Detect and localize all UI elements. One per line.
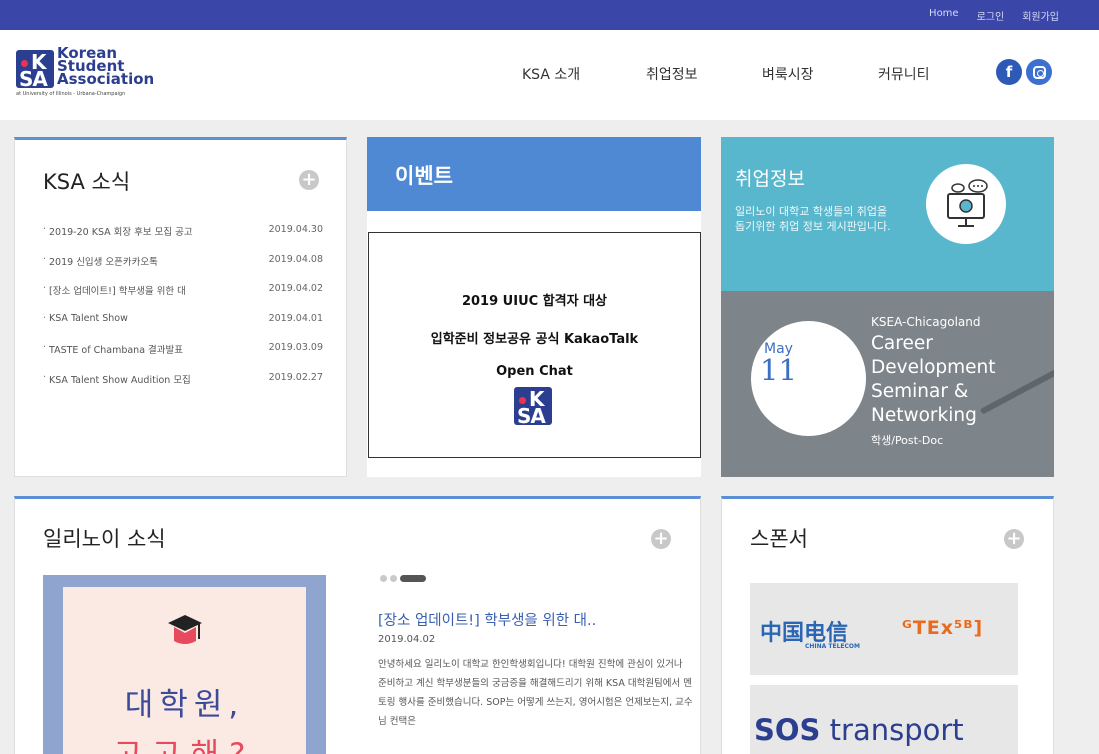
slider-dot-3[interactable]: [400, 575, 426, 582]
seminar-day: 11: [760, 353, 797, 387]
illinois-news-title: 일리노이 소식: [43, 527, 166, 551]
ksa-logo[interactable]: K SA Korean Student Association at Unive…: [16, 46, 156, 100]
news-item-title: KSA Talent Show: [49, 312, 128, 324]
illinois-news-more-icon[interactable]: +: [651, 529, 671, 549]
slider-dot-1[interactable]: [380, 575, 387, 582]
news-item-date: 2019.04.02: [268, 283, 323, 294]
news-item-date: 2019.04.08: [268, 253, 323, 265]
site-header: K SA Korean Student Association at Unive…: [0, 30, 1099, 120]
sponsor-sos-transport[interactable]: SOS transport: [750, 685, 1018, 754]
signup-link[interactable]: 회원가입: [1022, 8, 1059, 23]
facebook-icon[interactable]: f: [996, 59, 1022, 85]
ksa-logo-mark: K SA: [16, 50, 54, 91]
news-item-title: TASTE of Chambana 결과발표: [49, 345, 184, 356]
seminar-line-1: Career: [871, 333, 933, 354]
logo-dot: [21, 60, 28, 67]
sos-rest: transport: [820, 713, 964, 747]
nav-community[interactable]: 커뮤니티: [878, 64, 930, 84]
event-line-1: 2019 UIUC 합격자 대상: [461, 294, 608, 309]
graduation-cap-icon: [168, 615, 202, 644]
ksa-news-list: · 2019-20 KSA 회장 후보 모집 공고 2019.04.30 · 2019…: [43, 224, 323, 401]
sponsor-china-telecom[interactable]: 中国电信 CHINA TELECOM ᴳTEx⁵ᴮ]: [750, 583, 1018, 675]
seminar-audience: 학생/Post-Doc: [871, 434, 944, 447]
list-item[interactable]: · TASTE of Chambana 결과발표 2019.03.09: [43, 342, 323, 372]
seminar-line-3: Seminar &: [871, 381, 969, 402]
sponsor-panel: 스폰서 + 中国电信 CHINA TELECOM ᴳTEx⁵ᴮ] SOS tran…: [721, 496, 1054, 754]
image-card: 대학원, 고고해?: [63, 587, 306, 754]
logo-subtitle: at University of Illinois - Urbana-Champ…: [16, 91, 126, 97]
jobs-description: 일리노이 대학교 학생들의 취업을 돕기위한 취업 정보 게시판입니다.: [735, 205, 891, 233]
logo-mark-sa: SA: [517, 404, 546, 428]
seminar-banner[interactable]: May 11 KSEA-Chicagoland Career Developme…: [721, 291, 1054, 477]
logo-mark-sa: SA: [19, 67, 48, 91]
list-item[interactable]: · 2019-20 KSA 회장 후보 모집 공고 2019.04.30: [43, 224, 323, 254]
news-item-title: [장소 업데이트!] 학부생을 위한 대: [49, 286, 186, 297]
instagram-icon[interactable]: [1026, 59, 1052, 85]
seminar-org: KSEA-Chicagoland: [871, 315, 981, 329]
sos-bold: SOS: [754, 713, 821, 747]
image-text-1: 대학원,: [124, 687, 245, 723]
news-item-title: 2019-20 KSA 회장 후보 모집 공고: [49, 227, 193, 238]
news-item-title: 2019 신입생 오픈카카오톡: [49, 256, 158, 268]
image-text-2: 고고해?: [63, 729, 306, 754]
article-body: 안녕하세요 일리노이 대학교 한인학생회입니다! 대학원 진학에 관심이 있거나…: [378, 659, 693, 727]
sos-transport-logo: SOS transport: [754, 713, 964, 747]
list-item[interactable]: · KSA Talent Show 2019.04.01: [43, 313, 323, 343]
ksa-news-title: KSA 소식: [43, 170, 131, 194]
logo-dot: [519, 397, 526, 404]
article-title[interactable]: [장소 업데이트!] 학부생을 위한 대..: [378, 609, 596, 630]
list-item[interactable]: · [장소 업데이트!] 학부생을 위한 대 2019.04.02: [43, 283, 323, 313]
nav-jobs[interactable]: 취업정보: [646, 64, 698, 84]
event-line-2: 입학준비 정보공유 공식 KakaoTalk: [430, 332, 639, 347]
event-panel: 이벤트 2019 UIUC 합격자 대상 입학준비 정보공유 공식 KakaoT…: [367, 137, 701, 477]
ksa-logo-mark: K SA: [514, 387, 552, 428]
nav-market[interactable]: 벼룩시장: [762, 64, 814, 84]
home-link[interactable]: Home: [929, 8, 959, 23]
top-links: Home 로그인 회원가입: [929, 8, 1059, 23]
event-line-3: Open Chat: [496, 364, 573, 379]
seminar-line-4: Networking: [871, 405, 977, 426]
ksa-news-more-icon[interactable]: +: [299, 170, 319, 190]
slider-dots: [380, 575, 426, 582]
china-telecom-logo: 中国电信 CHINA TELECOM: [760, 615, 860, 650]
login-link[interactable]: 로그인: [977, 8, 1005, 23]
event-header: 이벤트: [367, 137, 701, 211]
news-item-date: 2019.02.27: [268, 371, 323, 383]
illinois-news-image[interactable]: 대학원, 고고해?: [43, 575, 326, 754]
tex-logo: ᴳTEx⁵ᴮ]: [902, 617, 984, 639]
slider-dot-2[interactable]: [390, 575, 397, 582]
computer-chat-icon: [926, 164, 1006, 244]
sponsor-title: 스폰서: [750, 527, 808, 551]
logo-wordmark: Korean Student Association: [57, 46, 155, 88]
article-date: 2019.04.02: [378, 634, 436, 645]
sponsor-more-icon[interactable]: +: [1004, 529, 1024, 549]
news-item-title: KSA Talent Show Audition 모집: [49, 374, 191, 386]
event-card[interactable]: 2019 UIUC 합격자 대상 입학준비 정보공유 공식 KakaoTalk …: [368, 232, 701, 458]
news-item-date: 2019.04.01: [268, 312, 323, 324]
logo-line-3: Association: [57, 70, 155, 88]
news-item-date: 2019.04.30: [268, 224, 323, 235]
event-title: 이벤트: [395, 164, 453, 188]
illinois-news-panel: 일리노이 소식 + 대학원, 고고해? [장소 업데이트!] 학부생을 위한 대…: [14, 496, 701, 754]
jobs-title: 취업정보: [735, 168, 805, 190]
nav-about[interactable]: KSA 소개: [522, 64, 580, 84]
top-bar: Home 로그인 회원가입: [0, 0, 1099, 30]
news-item-date: 2019.03.09: [268, 342, 323, 353]
list-item[interactable]: · KSA Talent Show Audition 모집 2019.02.27: [43, 372, 323, 402]
jobs-panel[interactable]: 취업정보 일리노이 대학교 학생들의 취업을 돕기위한 취업 정보 게시판입니다…: [721, 137, 1054, 291]
seminar-line-2: Development: [871, 357, 996, 378]
list-item[interactable]: · 2019 신입생 오픈카카오톡 2019.04.08: [43, 254, 323, 284]
ksa-news-panel: KSA 소식 + · 2019-20 KSA 회장 후보 모집 공고 2019.04…: [14, 137, 347, 477]
